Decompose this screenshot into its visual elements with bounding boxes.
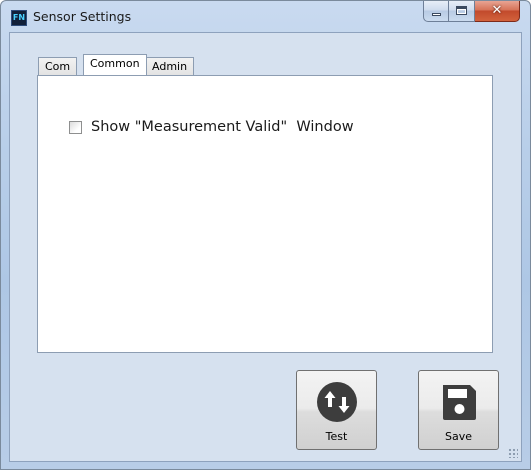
maximize-button[interactable] xyxy=(449,1,475,22)
maximize-icon xyxy=(456,6,467,15)
window-title: Sensor Settings xyxy=(33,9,132,24)
floppy-disk-icon xyxy=(443,385,476,420)
title-bar[interactable]: FN Sensor Settings ✕ xyxy=(1,1,530,33)
test-button[interactable]: Test xyxy=(296,370,377,450)
resize-grip[interactable] xyxy=(508,448,518,458)
tab-common[interactable]: Common xyxy=(83,54,147,75)
tab-com[interactable]: Com xyxy=(38,57,78,75)
save-button-label: Save xyxy=(444,430,472,443)
minimize-icon xyxy=(432,13,441,16)
up-down-arrows-icon xyxy=(317,382,357,422)
caption-buttons: ✕ xyxy=(423,1,520,22)
close-button[interactable]: ✕ xyxy=(475,1,520,22)
measurement-valid-label[interactable]: Show "Measurement Valid" Window xyxy=(91,119,354,135)
app-icon: FN xyxy=(11,10,27,26)
minimize-button[interactable] xyxy=(423,1,449,22)
test-button-label: Test xyxy=(325,430,348,443)
tab-admin[interactable]: Admin xyxy=(145,57,195,75)
tab-panel-common: Show "Measurement Valid" Window xyxy=(37,75,493,353)
close-icon: ✕ xyxy=(491,3,503,18)
save-button[interactable]: Save xyxy=(418,370,499,450)
sensor-settings-window: FN Sensor Settings ✕ Com Common Admin Sh… xyxy=(0,0,531,470)
measurement-valid-option[interactable]: Show "Measurement Valid" Window xyxy=(69,119,354,135)
client-area: Com Common Admin Show "Measurement Valid… xyxy=(9,32,522,462)
measurement-valid-checkbox[interactable] xyxy=(69,120,82,134)
